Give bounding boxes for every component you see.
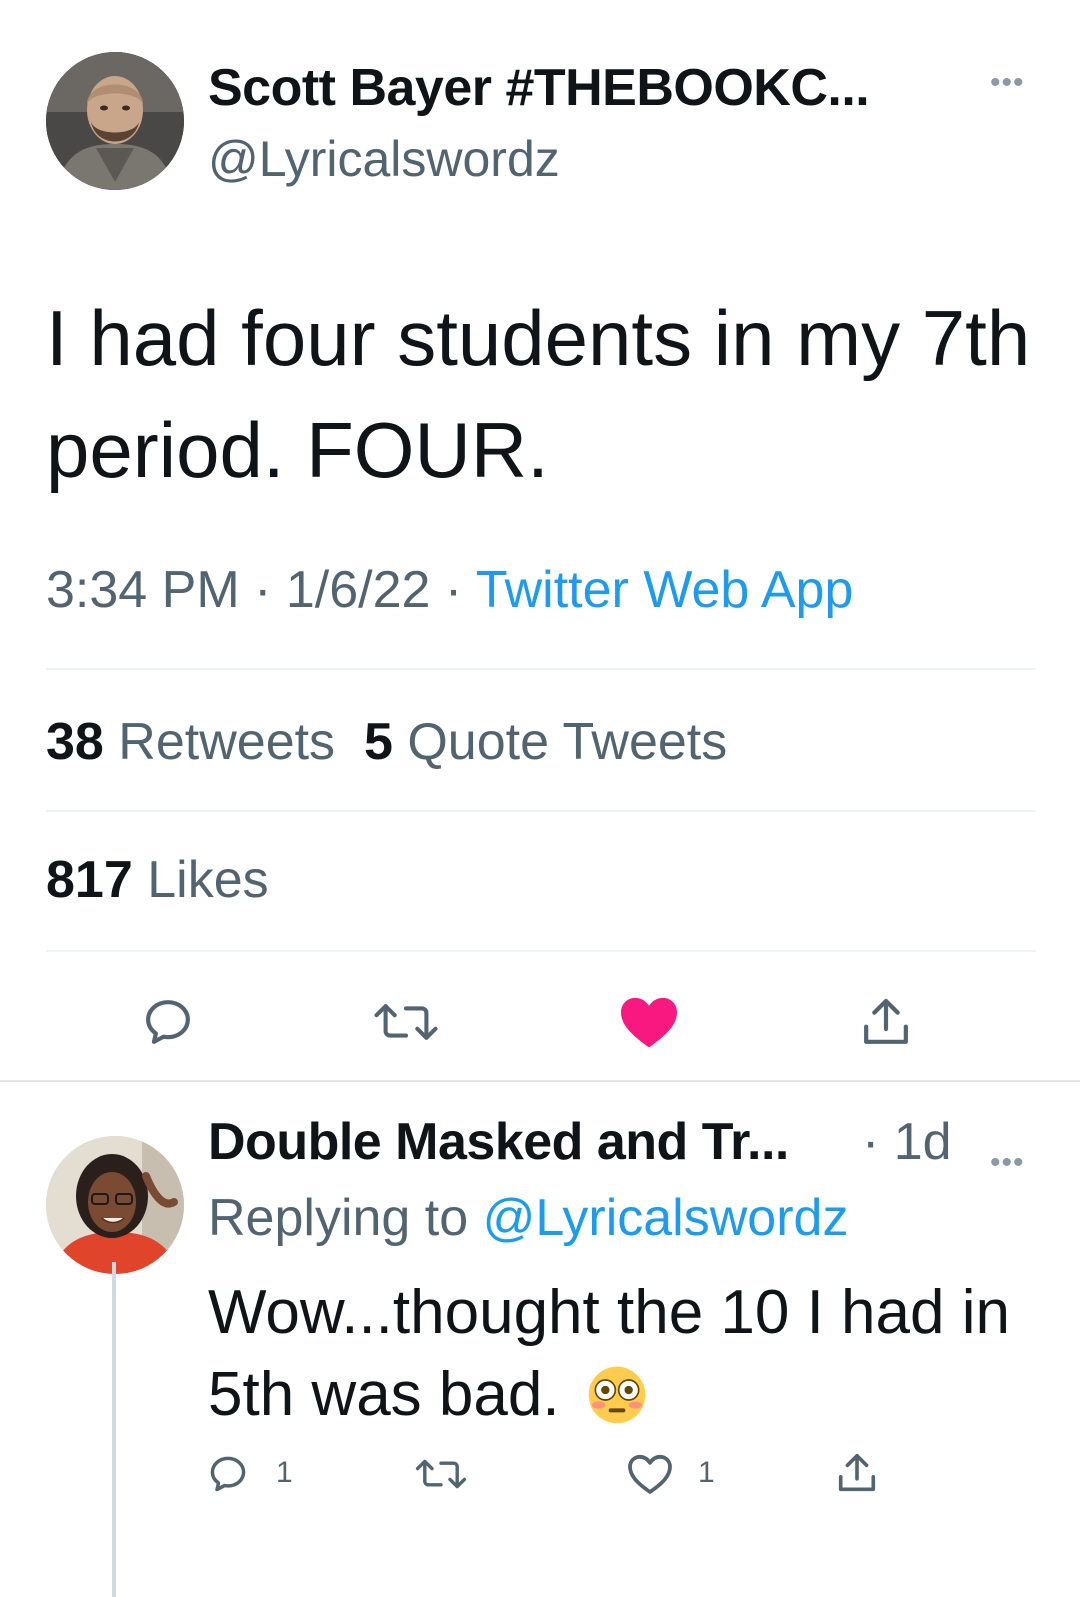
divider [46, 810, 1036, 812]
main-tweet: Scott Bayer #THEBOOKC... @Lyricalswordz … [0, 0, 1080, 1100]
quotes-count: 5 [363, 713, 393, 771]
retweet-icon[interactable] [414, 1452, 468, 1496]
quotes-stat[interactable]: 5 Quote Tweets [364, 713, 727, 771]
more-icon[interactable]: ••• [990, 66, 1025, 100]
more-icon[interactable]: ••• [990, 1146, 1025, 1180]
reply-icon[interactable] [206, 1452, 250, 1496]
like-count: 1 [698, 1456, 715, 1489]
like-outline-icon[interactable] [626, 1452, 674, 1496]
meta-separator: · [444, 561, 476, 619]
reply-author-avatar[interactable] [46, 1136, 184, 1274]
replying-to-label: Replying to [208, 1189, 469, 1247]
author-avatar[interactable] [46, 52, 184, 190]
thread-line [112, 1262, 116, 1597]
tweet-text: I had four students in my 7th period. FO… [46, 294, 1031, 494]
retweet-icon[interactable] [372, 994, 440, 1050]
author-handle[interactable]: @Lyricalswordz [208, 130, 560, 188]
retweets-count: 38 [46, 713, 104, 771]
like-icon[interactable] [618, 994, 680, 1050]
share-icon[interactable] [858, 994, 914, 1050]
reply-author-display-name[interactable]: Double Masked and Tr... [208, 1112, 789, 1172]
reply-count: 1 [276, 1456, 293, 1489]
reply-timestamp[interactable]: · 1d [862, 1112, 952, 1172]
reply-icon[interactable] [140, 994, 196, 1050]
likes-count: 817 [46, 851, 133, 909]
retweet-stats-row: 38 Retweets 5 Quote Tweets [46, 712, 727, 772]
flushed-face-emoji-icon [588, 1366, 646, 1424]
tweet-meta: 3:34 PM · 1/6/22 · Twitter Web App [46, 560, 853, 620]
share-icon[interactable] [834, 1450, 880, 1496]
section-divider [0, 1080, 1080, 1082]
replying-to-handle[interactable]: @Lyricalswordz [483, 1189, 849, 1247]
tweet-source-link[interactable]: Twitter Web App [476, 561, 854, 619]
tweet-time[interactable]: 3:34 PM [46, 561, 240, 619]
divider [46, 668, 1036, 670]
retweets-stat[interactable]: 38 Retweets [46, 713, 335, 771]
divider [46, 950, 1036, 952]
avatar-photo-icon [46, 52, 184, 190]
retweets-label: Retweets [118, 713, 336, 771]
reply-text: Wow...thought the 10 I had in 5th was ba… [208, 1272, 1038, 1436]
tweet-date[interactable]: 1/6/22 [286, 561, 431, 619]
meta-separator: · [254, 561, 286, 619]
quotes-label: Quote Tweets [407, 713, 728, 771]
likes-label: Likes [147, 851, 269, 909]
likes-stat[interactable]: 817 Likes [46, 850, 269, 910]
avatar-photo-icon [46, 1136, 184, 1274]
replying-to: Replying to @Lyricalswordz [208, 1188, 848, 1248]
author-display-name[interactable]: Scott Bayer #THEBOOKC... [208, 58, 870, 118]
